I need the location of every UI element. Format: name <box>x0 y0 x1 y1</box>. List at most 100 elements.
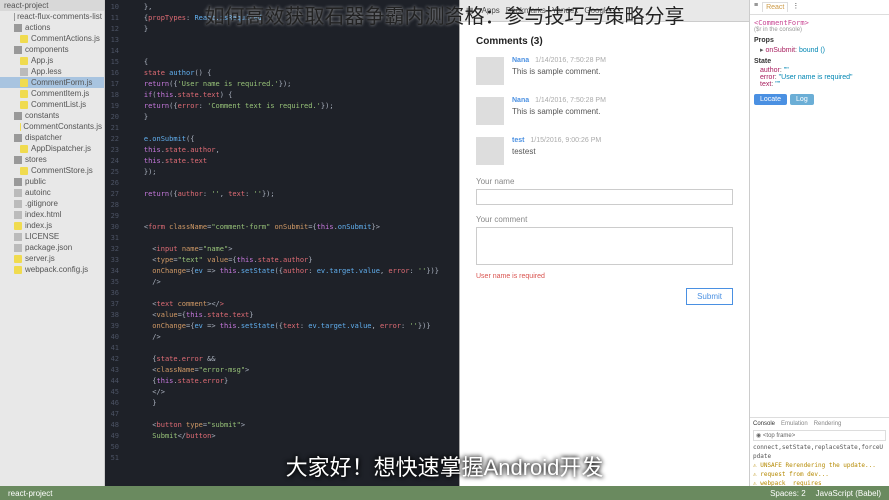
devtools-menu-icon[interactable]: ≡ <box>754 2 758 12</box>
folder-icon <box>14 46 22 54</box>
js-icon <box>20 57 28 65</box>
selected-component[interactable]: <CommentForm> <box>754 19 885 27</box>
devtools-body: <CommentForm> ($r in the console) Props … <box>750 15 889 417</box>
tree-item-commentstore-js[interactable]: CommentStore.js <box>0 165 104 176</box>
tree-item-autoinc[interactable]: autoinc <box>0 187 104 198</box>
console-tab-rendering[interactable]: Rendering <box>814 421 842 427</box>
tree-item-package-json[interactable]: package.json <box>0 242 104 253</box>
js-icon <box>14 266 22 274</box>
tree-item-react-flux-comments-list[interactable]: react-flux-comments-list <box>0 11 104 22</box>
tree-item-license[interactable]: LICENSE <box>0 231 104 242</box>
comment-author[interactable]: Nana <box>512 97 529 104</box>
file-icon <box>14 233 22 241</box>
tree-item-commentlist-js[interactable]: CommentList.js <box>0 99 104 110</box>
tree-item-label: index.html <box>25 210 61 219</box>
tree-item-label: CommentConstants.js <box>23 122 102 131</box>
avatar <box>476 137 504 165</box>
tree-item--gitignore[interactable]: .gitignore <box>0 198 104 209</box>
tree-item-label: CommentForm.js <box>31 78 92 87</box>
line-gutter: 10 11 12 13 14 15 16 17 18 19 20 21 22 2… <box>105 0 123 500</box>
state-row[interactable]: text: "" <box>754 81 885 88</box>
tree-item-stores[interactable]: stores <box>0 154 104 165</box>
comment-author[interactable]: test <box>512 137 524 144</box>
tree-item-commentitem-js[interactable]: CommentItem.js <box>0 88 104 99</box>
tree-item-label: CommentActions.js <box>31 34 100 43</box>
tree-item-appdispatcher-js[interactable]: AppDispatcher.js <box>0 143 104 154</box>
tree-item-label: LICENSE <box>25 232 59 241</box>
js-icon <box>14 222 22 230</box>
tree-item-commentconstants-js[interactable]: CommentConstants.js <box>0 121 104 132</box>
status-project[interactable]: react-project <box>8 489 52 498</box>
tree-item-label: CommentList.js <box>31 100 86 109</box>
devtools-panel: ≡ React ⋮ <CommentForm> ($r in the conso… <box>749 0 889 500</box>
folder-icon <box>14 178 22 186</box>
tree-item-label: package.json <box>25 243 72 252</box>
devtools-more-icon[interactable]: ⋮ <box>792 2 799 12</box>
console-line: ⚠ UNSAFE Rerendering the update... <box>753 461 886 470</box>
comment-author[interactable]: Nana <box>512 57 529 64</box>
comment-textarea[interactable] <box>476 227 733 265</box>
comment-text: This is sample comment. <box>512 107 733 116</box>
tree-item-app-js[interactable]: App.js <box>0 55 104 66</box>
comment-date: 1/15/2016, 9:00:26 PM <box>530 137 601 144</box>
tree-item-dispatcher[interactable]: dispatcher <box>0 132 104 143</box>
tree-item-components[interactable]: components <box>0 44 104 55</box>
file-icon <box>14 244 22 252</box>
tree-item-constants[interactable]: constants <box>0 110 104 121</box>
tree-item-label: AppDispatcher.js <box>31 144 91 153</box>
avatar <box>476 97 504 125</box>
folder-icon <box>14 24 22 32</box>
project-root[interactable]: react-project <box>0 0 104 11</box>
folder-icon <box>14 156 22 164</box>
tree-item-label: index.js <box>25 221 52 230</box>
react-tab[interactable]: React <box>762 2 788 12</box>
file-icon <box>14 200 22 208</box>
comment-text: testest <box>512 147 733 156</box>
state-row[interactable]: author: "" <box>754 67 885 74</box>
comment-date: 1/14/2016, 7:50:28 PM <box>535 57 606 64</box>
video-subtitle-overlay: 大家好！想快速掌握Android开发 <box>286 450 604 482</box>
tree-item-label: .gitignore <box>25 199 58 208</box>
console-tab-console[interactable]: Console <box>753 421 775 427</box>
tree-item-public[interactable]: public <box>0 176 104 187</box>
tree-item-actions[interactable]: actions <box>0 22 104 33</box>
tree-item-label: dispatcher <box>25 133 62 142</box>
form-error-message: User name is required <box>476 273 733 280</box>
log-button[interactable]: Log <box>790 94 814 105</box>
code-editor[interactable]: 10 11 12 13 14 15 16 17 18 19 20 21 22 2… <box>105 0 459 500</box>
video-headline-overlay: 如何高效获取石器争霸内测资格：参与技巧与策略分享 <box>205 0 685 29</box>
folder-icon <box>14 112 22 120</box>
status-spaces[interactable]: Spaces: 2 <box>770 489 806 498</box>
tree-item-commentactions-js[interactable]: CommentActions.js <box>0 33 104 44</box>
name-input[interactable] <box>476 189 733 205</box>
avatar <box>476 57 504 85</box>
editor-status-bar: react-project Spaces: 2 JavaScript (Babe… <box>0 486 889 500</box>
tree-item-label: constants <box>25 111 59 120</box>
devtools-tab-bar: ≡ React ⋮ <box>750 0 889 15</box>
tree-item-index-js[interactable]: index.js <box>0 220 104 231</box>
tree-item-server-js[interactable]: server.js <box>0 253 104 264</box>
tree-item-app-less[interactable]: App.less <box>0 66 104 77</box>
tree-item-webpack-config-js[interactable]: webpack.config.js <box>0 264 104 275</box>
comment-item: test 1/15/2016, 9:00:26 PM testest <box>476 137 733 165</box>
state-row[interactable]: error: "User name is required" <box>754 74 885 81</box>
tree-item-label: stores <box>25 155 47 164</box>
code-area[interactable]: }, {propTypes: React.isRequired } { stat… <box>123 0 459 500</box>
tree-item-commentform-js[interactable]: CommentForm.js <box>0 77 104 88</box>
folder-icon <box>14 134 22 142</box>
tree-item-index-html[interactable]: index.html <box>0 209 104 220</box>
browser-preview: ▦ AppsBookmarksYandexGoogle Comments (3)… <box>459 0 749 500</box>
comment-date: 1/14/2016, 7:50:28 PM <box>535 97 606 104</box>
console-tab-emulation[interactable]: Emulation <box>781 421 808 427</box>
status-language[interactable]: JavaScript (Babel) <box>816 489 881 498</box>
locate-button[interactable]: Locate <box>754 94 787 105</box>
submit-button[interactable]: Submit <box>686 288 733 305</box>
tree-item-label: webpack.config.js <box>25 265 88 274</box>
name-label: Your name <box>476 177 733 186</box>
prop-row[interactable]: ▸ onSubmit: bound () <box>754 46 885 54</box>
frame-selector[interactable]: ◉ <top frame> <box>753 430 886 441</box>
state-heading: State <box>754 58 885 65</box>
comment-text: This is sample comment. <box>512 67 733 76</box>
js-icon <box>20 145 28 153</box>
comment-label: Your comment <box>476 215 733 224</box>
